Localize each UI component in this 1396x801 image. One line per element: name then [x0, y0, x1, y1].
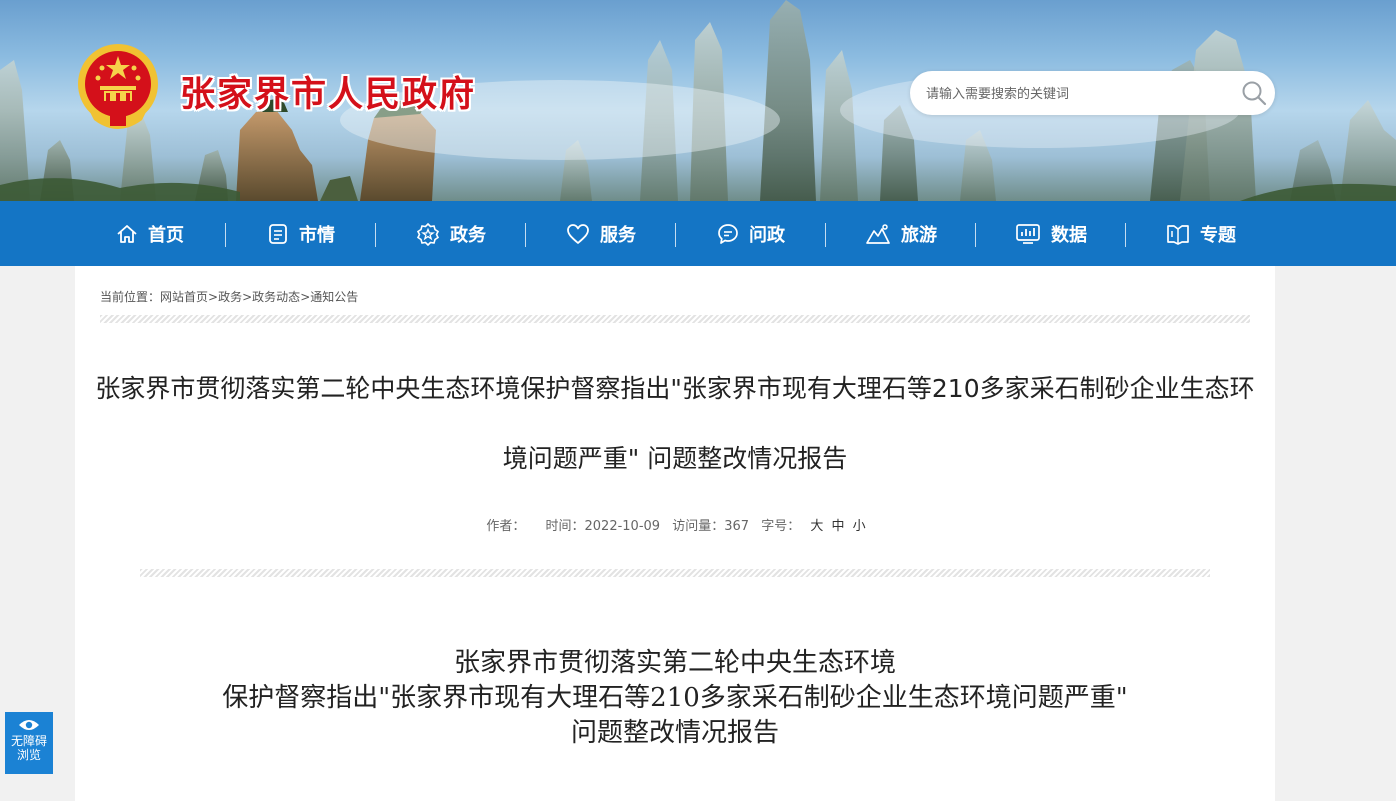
article-meta: 作者： 时间：2022-10-09 访问量：367 字号： 大 中 小 [75, 515, 1275, 534]
article-body-heading: 张家界市贯彻落实第二轮中央生态环境 保护督察指出"张家界市现有大理石等210多家… [75, 646, 1275, 751]
font-size-medium-button[interactable]: 中 [832, 519, 845, 534]
accessibility-label: 浏览 [16, 748, 41, 762]
chart-screen-icon [1016, 223, 1040, 244]
star-badge-icon [416, 222, 440, 246]
nav-item-government-affairs[interactable]: 政务 [376, 201, 526, 266]
divider-stripe [100, 315, 1250, 323]
nav-item-label: 旅游 [901, 224, 937, 246]
nav-item-label: 政务 [450, 224, 486, 246]
body-heading-line: 问题整改情况报告 [570, 718, 779, 748]
home-icon [117, 224, 137, 243]
breadcrumb-government-affairs[interactable]: 政务 [218, 290, 242, 304]
nav-item-topics[interactable]: 专题 [1126, 201, 1276, 266]
font-size-large-button[interactable]: 大 [810, 519, 823, 534]
nav-item-label: 问政 [749, 224, 785, 246]
divider-stripe [140, 569, 1210, 577]
national-emblem-icon [78, 44, 158, 129]
time-value: 2022-10-09 [584, 519, 661, 534]
nav-item-label: 首页 [148, 224, 184, 246]
main-nav: 首页 市情 政务 服务 问政 旅游 数据 专题 [0, 201, 1396, 266]
nav-item-services[interactable]: 服务 [526, 201, 676, 266]
breadcrumb-home[interactable]: 网站首页 [160, 290, 208, 304]
nav-item-label: 专题 [1200, 224, 1236, 246]
views-label: 访问量： [672, 519, 725, 534]
fontsize-label: 字号： [761, 519, 801, 534]
breadcrumb-separator: > [242, 290, 253, 304]
chat-bubble-icon [718, 223, 738, 244]
body-heading-line: 张家界市贯彻落实第二轮中央生态环境 [453, 648, 896, 678]
accessibility-label: 无障碍 [10, 734, 47, 748]
header-banner: 张家界市人民政府 [0, 0, 1396, 201]
breadcrumb-separator: > [208, 290, 219, 304]
views-value: 367 [724, 519, 750, 534]
search-icon[interactable] [1241, 80, 1267, 106]
nav-item-data[interactable]: 数据 [976, 201, 1126, 266]
book-icon [1167, 224, 1189, 245]
search-bar [910, 71, 1275, 117]
nav-item-label: 市情 [299, 224, 335, 246]
font-size-small-button[interactable]: 小 [853, 519, 866, 534]
accessibility-button[interactable]: 无障碍 浏览 [5, 712, 53, 774]
time-label: 时间： [545, 519, 585, 534]
nav-item-inquiry[interactable]: 问政 [676, 201, 826, 266]
body-heading-line: 保护督察指出"张家界市现有大理石等210多家采石制砂企业生态环境问题严重" [222, 683, 1128, 713]
nav-item-label: 数据 [1051, 224, 1087, 246]
breadcrumb-affairs-news[interactable]: 政务动态 [252, 290, 300, 304]
nav-item-city-info[interactable]: 市情 [226, 201, 376, 266]
author-label: 作者： [486, 519, 526, 534]
breadcrumb: 当前位置：网站首页>政务>政务动态>通知公告 [100, 288, 358, 305]
article-title: 张家界市贯彻落实第二轮中央生态环境保护督察指出"张家界市现有大理石等210多家采… [95, 374, 1255, 473]
nav-item-tourism[interactable]: 旅游 [826, 201, 976, 266]
eye-icon [19, 720, 39, 730]
nav-item-home[interactable]: 首页 [75, 201, 225, 266]
heart-icon [567, 223, 589, 244]
nav-item-label: 服务 [600, 224, 636, 246]
breadcrumb-notices[interactable]: 通知公告 [310, 290, 358, 304]
breadcrumb-separator: > [300, 290, 311, 304]
document-icon [269, 223, 287, 244]
search-input[interactable] [924, 71, 1228, 117]
article-container: 当前位置：网站首页>政务>政务动态>通知公告 张家界市贯彻落实第二轮中央生态环境… [75, 266, 1275, 801]
mountain-icon [866, 223, 890, 244]
breadcrumb-prefix: 当前位置： [100, 290, 161, 304]
site-title[interactable]: 张家界市人民政府 [180, 66, 476, 117]
